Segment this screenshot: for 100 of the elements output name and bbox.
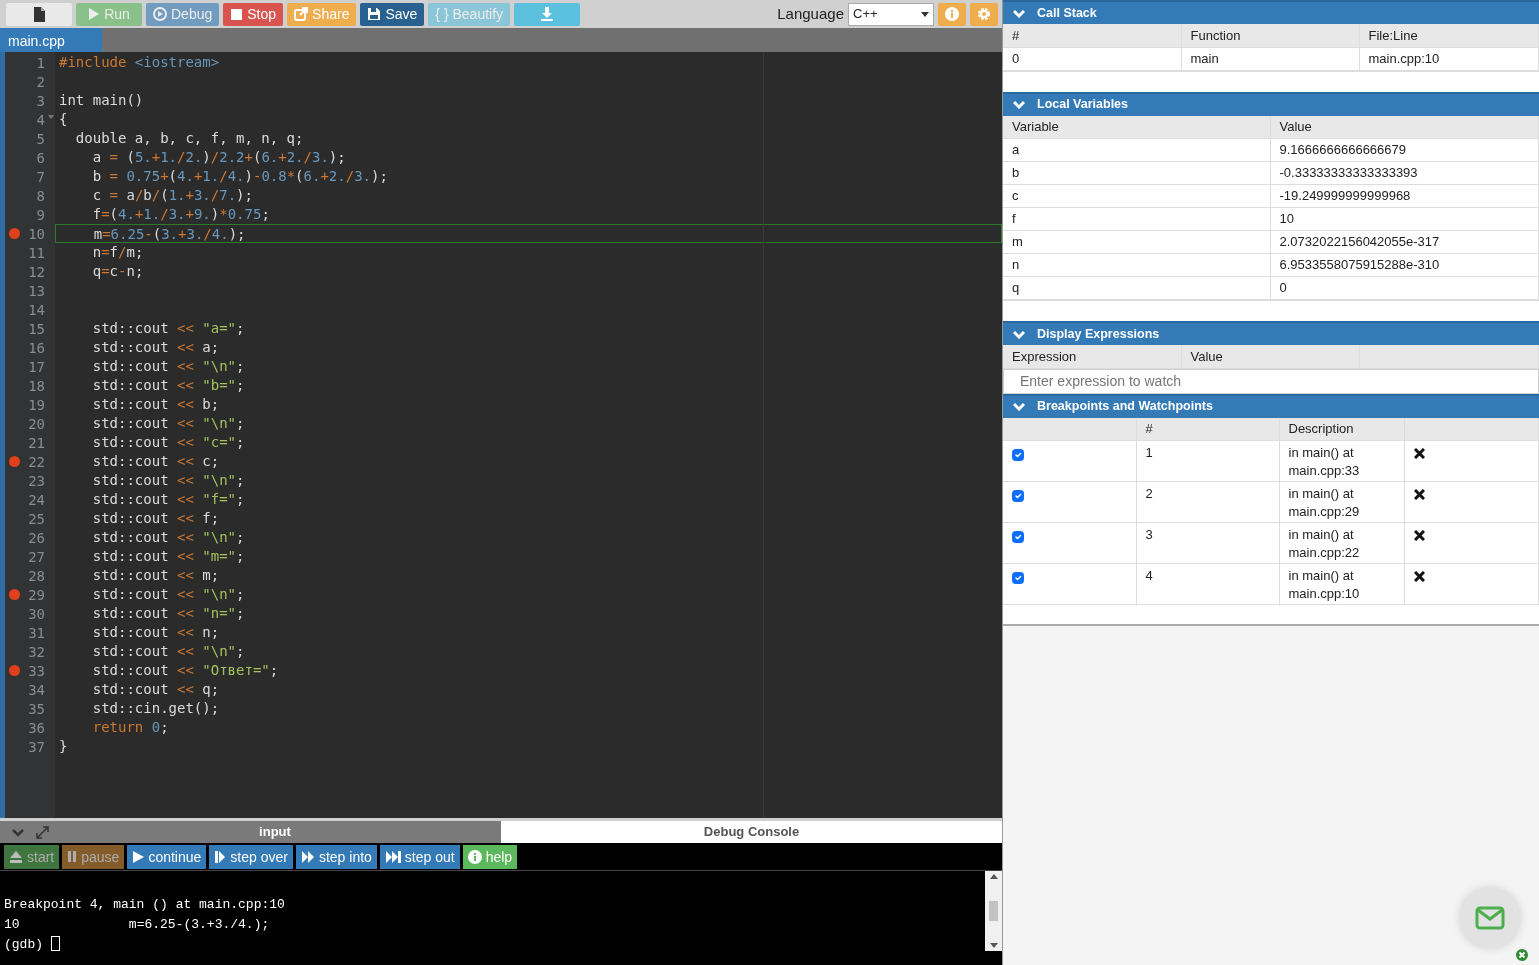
- line-number: 33: [28, 662, 45, 679]
- code-line: std::cout << "n=";: [91, 604, 246, 623]
- line-number: 20: [28, 415, 45, 432]
- delete-icon[interactable]: [1413, 489, 1425, 501]
- breakpoint-icon[interactable]: [9, 665, 20, 676]
- step-icon: [214, 849, 227, 864]
- fold-icon[interactable]: [48, 115, 54, 119]
- section-header[interactable]: Display Expressions: [1003, 321, 1539, 345]
- panel-tab[interactable]: Debug Console: [501, 821, 1002, 843]
- code-line: return 0;: [91, 718, 170, 737]
- line-number: 18: [28, 377, 45, 394]
- line-number: 28: [28, 567, 45, 584]
- line-number: 14: [28, 301, 45, 318]
- delete-icon[interactable]: [1413, 448, 1425, 460]
- line-number: 32: [28, 643, 45, 660]
- console-prompt: (gdb): [4, 937, 43, 952]
- fast-forward-icon: [300, 849, 315, 864]
- enable-checkbox[interactable]: [1012, 449, 1024, 461]
- code-line: std::cout << "a=";: [91, 319, 246, 338]
- section-header[interactable]: Breakpoints and Watchpoints: [1003, 393, 1539, 418]
- table-cell: 0: [1003, 47, 1181, 70]
- table-cell: in main() at main.cpp:33: [1279, 440, 1404, 482]
- step-out-button[interactable]: step out: [379, 844, 460, 869]
- delete-icon[interactable]: [1413, 530, 1425, 542]
- column-header: Value: [1181, 345, 1359, 368]
- watch-expression-field[interactable]: Enter expression to watch: [1003, 368, 1539, 394]
- table-cell: m: [1003, 230, 1270, 254]
- column-header: #: [1136, 417, 1279, 441]
- section-header[interactable]: Call Stack: [1003, 0, 1539, 24]
- code-line: std::cout << "\n";: [91, 471, 246, 490]
- breakpoint-icon[interactable]: [9, 456, 20, 467]
- code-line: }: [58, 737, 69, 756]
- column-header: Description: [1279, 417, 1404, 441]
- line-number: 25: [28, 510, 45, 527]
- line-number: 11: [28, 244, 45, 261]
- help-button[interactable]: help: [462, 844, 518, 869]
- line-number: 2: [36, 73, 45, 90]
- code-line: f=(4.+1./3.+9.)*0.75;: [91, 205, 271, 224]
- console-line: 10 m=6.25-(3.+3./4.);: [4, 916, 271, 934]
- line-number: 5: [36, 130, 45, 147]
- code-line: {: [58, 110, 69, 129]
- scrollbar[interactable]: [985, 871, 1002, 951]
- share-icon: [294, 7, 309, 21]
- save-button[interactable]: Save: [360, 2, 425, 26]
- line-number: 23: [28, 472, 45, 489]
- stop-button[interactable]: Stop: [223, 2, 284, 26]
- table-cell: 2: [1136, 481, 1279, 523]
- info-icon: [945, 7, 959, 21]
- table-cell: a: [1003, 138, 1270, 162]
- scrollbar-thumb[interactable]: [989, 901, 998, 921]
- play-circle-icon: [153, 7, 167, 21]
- text-cursor: [50, 936, 60, 951]
- chevron-down-icon: [1013, 402, 1025, 411]
- line-number: 17: [28, 358, 45, 375]
- eject-icon: [9, 850, 23, 863]
- code-line: std::cout << "\n";: [91, 528, 246, 547]
- code-line: std::cout << "\n";: [91, 357, 246, 376]
- panel-tab[interactable]: input: [49, 821, 501, 843]
- line-number: 29: [28, 586, 45, 603]
- code-line: std::cout << "m=";: [91, 547, 246, 566]
- step-into-button[interactable]: step into: [295, 844, 377, 869]
- line-number: 9: [36, 206, 45, 223]
- enable-checkbox[interactable]: [1012, 572, 1024, 584]
- code-line: a = (5.+1./2.)/2.2+(6.+2./3.);: [91, 148, 347, 167]
- pause-icon: [67, 850, 78, 863]
- line-number: 30: [28, 605, 45, 622]
- line-number: 35: [28, 700, 45, 717]
- table-cell: in main() at main.cpp:29: [1279, 481, 1404, 523]
- section-header[interactable]: Local Variables: [1003, 91, 1539, 116]
- line-number: 6: [36, 149, 45, 166]
- breakpoint-icon[interactable]: [9, 228, 20, 239]
- console-line: Breakpoint 4, main () at main.cpp:10: [4, 896, 286, 914]
- table-cell: 2.0732022156042055e-317: [1270, 230, 1539, 254]
- chevron-down-icon: [12, 827, 24, 837]
- breakpoint-icon[interactable]: [9, 589, 20, 600]
- code-line: std::cin.get();: [91, 699, 221, 718]
- line-number: 8: [36, 187, 45, 204]
- arrow-down-icon[interactable]: [989, 943, 998, 949]
- new-button[interactable]: [6, 2, 72, 26]
- line-number: 16: [28, 339, 45, 356]
- table-cell: main: [1181, 47, 1359, 70]
- continue-button[interactable]: continue: [127, 844, 207, 869]
- code-line: std::cout << "\n";: [91, 642, 246, 661]
- delete-icon[interactable]: [1413, 571, 1425, 583]
- close-icon[interactable]: [1516, 949, 1528, 961]
- file-tab[interactable]: main.cpp: [0, 28, 102, 52]
- language-select[interactable]: C++: [848, 2, 934, 26]
- code-line: std::cout << "Ответ=";: [91, 661, 280, 680]
- step-over-button[interactable]: step over: [209, 844, 293, 869]
- code-line: int main(): [58, 91, 145, 110]
- code-line: std::cout << "c=";: [91, 433, 246, 452]
- code-line: b = 0.75+(4.+1./4.)-0.8*(6.+2./3.);: [91, 167, 389, 186]
- enable-checkbox[interactable]: [1012, 490, 1024, 502]
- enable-checkbox[interactable]: [1012, 531, 1024, 543]
- line-number: 21: [28, 434, 45, 451]
- mail-button[interactable]: [1460, 888, 1520, 948]
- arrow-up-icon[interactable]: [989, 873, 998, 879]
- line-number: 10: [28, 225, 45, 242]
- column-header: Expression: [1003, 345, 1181, 368]
- download-icon: [540, 7, 555, 21]
